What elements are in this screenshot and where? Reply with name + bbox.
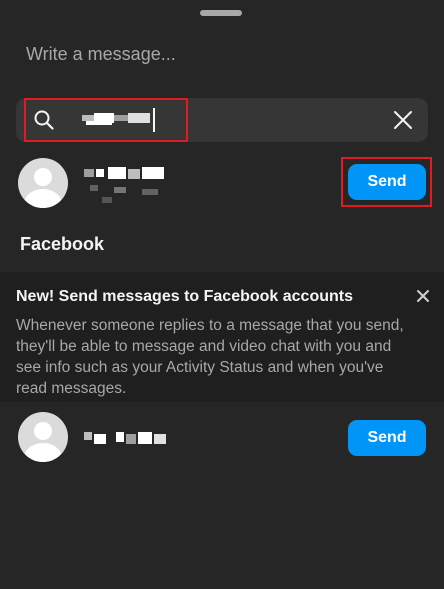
facebook-result-row[interactable]: Send: [0, 408, 444, 468]
notice-title: New! Send messages to Facebook accounts: [16, 288, 353, 305]
avatar[interactable]: [18, 158, 68, 208]
search-highlight-box: [24, 98, 188, 142]
send-button[interactable]: Send: [348, 420, 426, 456]
result-name-redacted: [84, 430, 170, 446]
close-icon[interactable]: [416, 289, 430, 303]
facebook-notice: New! Send messages to Facebook accounts …: [0, 272, 444, 402]
drag-handle[interactable]: [200, 10, 242, 16]
send-highlight-box: [341, 157, 432, 207]
result-name-redacted: [84, 163, 166, 207]
close-icon[interactable]: [392, 109, 414, 131]
avatar[interactable]: [18, 412, 68, 462]
section-title: Facebook: [20, 234, 105, 254]
message-input[interactable]: Write a message...: [26, 44, 176, 65]
notice-body: Whenever someone replies to a message th…: [16, 317, 404, 397]
